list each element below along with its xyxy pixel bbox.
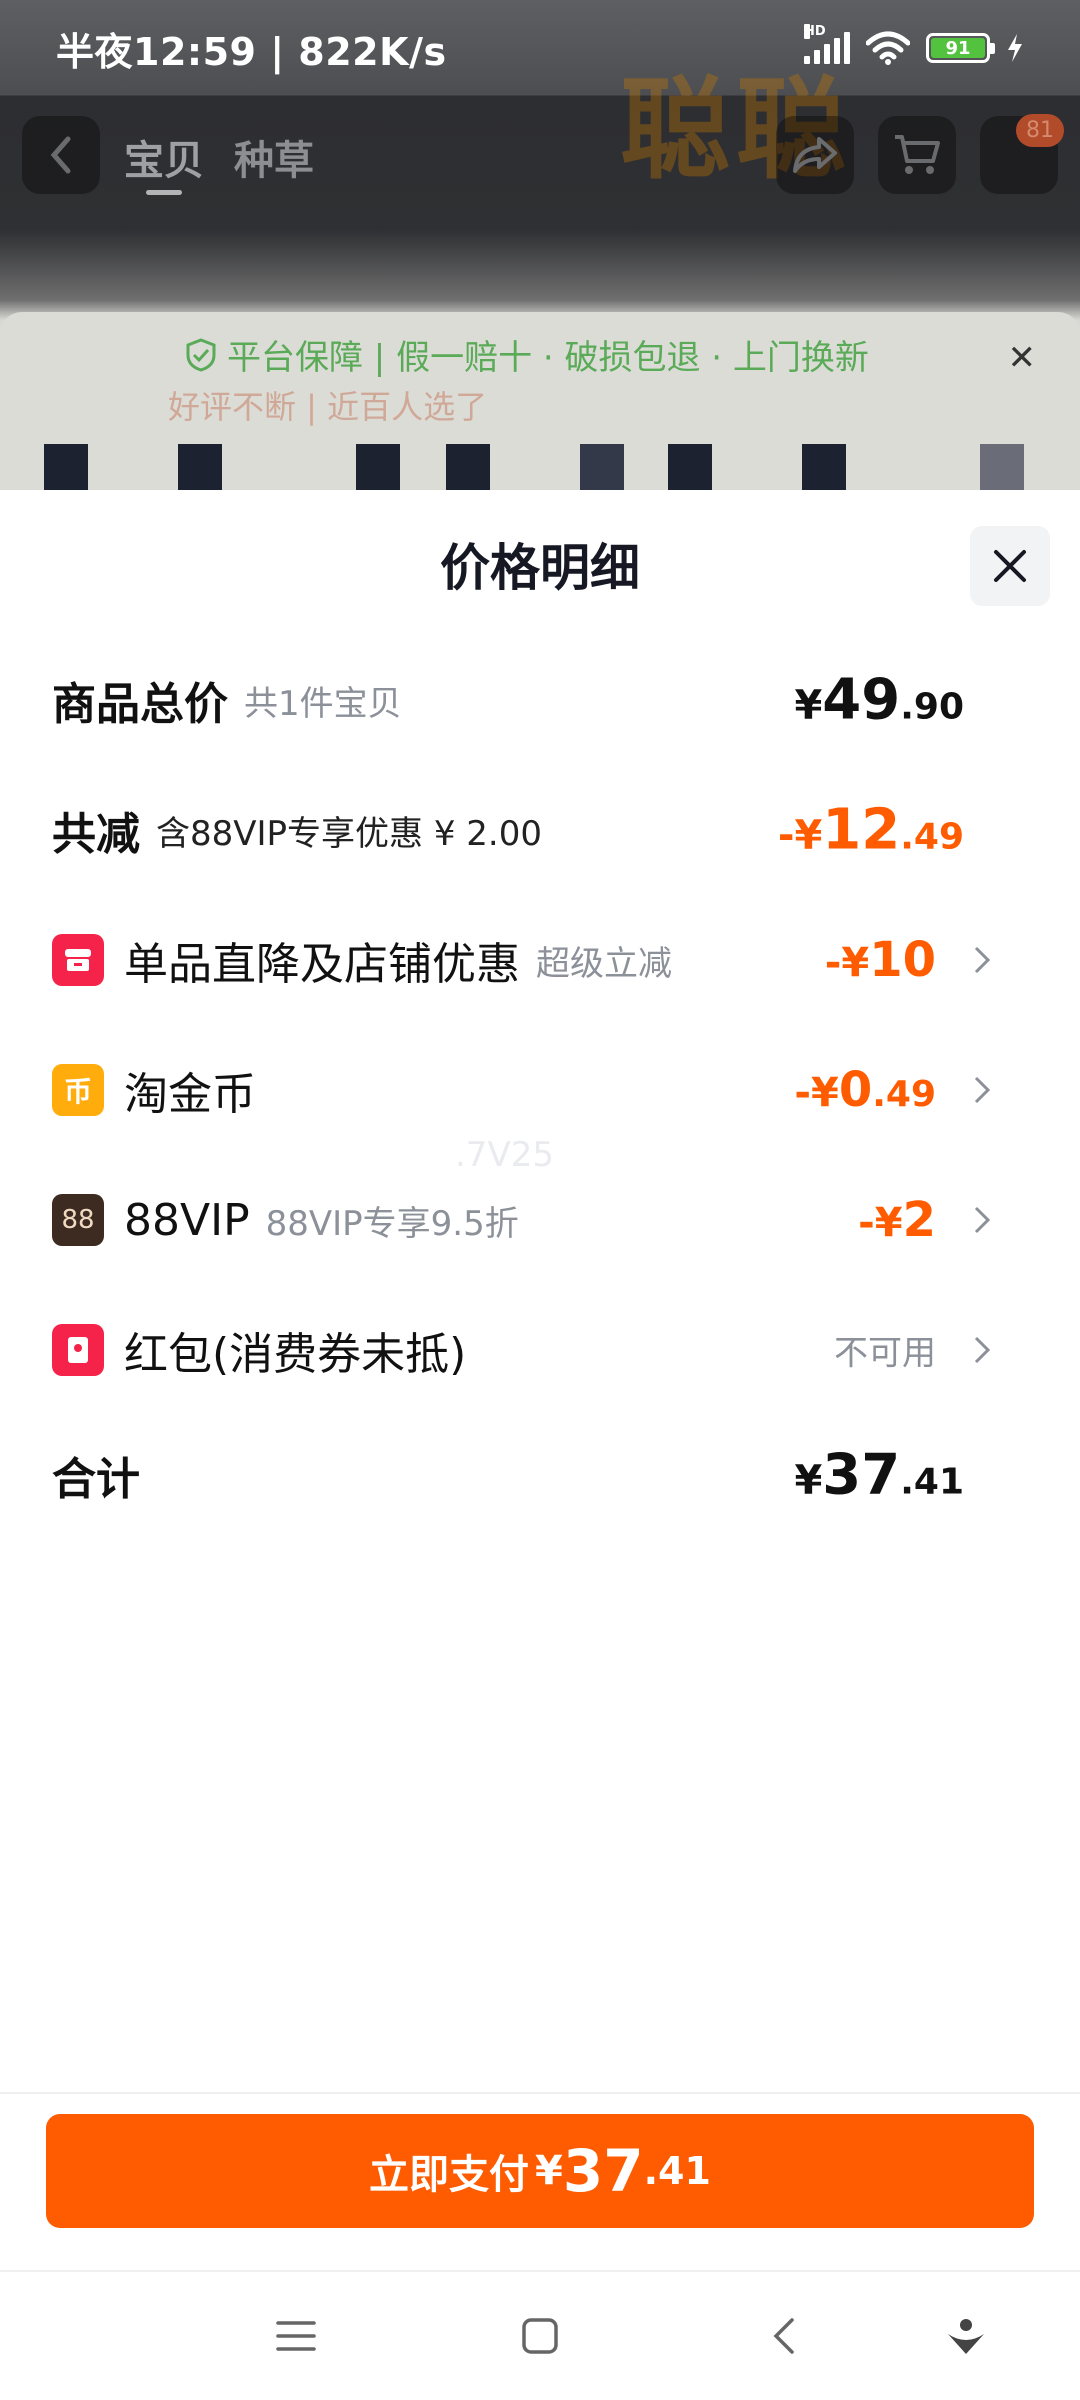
pay-area: 立即支付 ¥ 37 .41 bbox=[0, 2092, 1080, 2270]
discount-value: -¥2 bbox=[858, 1192, 936, 1248]
row-grand-total: 合计 ¥37.41 bbox=[52, 1435, 1028, 1515]
row-label: 单品直降及店铺优惠 bbox=[124, 939, 520, 990]
home-button[interactable] bbox=[516, 2312, 564, 2360]
charging-icon bbox=[1008, 34, 1022, 62]
chevron-right-icon bbox=[974, 1336, 991, 1364]
chevron-right-icon bbox=[974, 946, 991, 974]
battery-level: 91 bbox=[931, 38, 985, 59]
pay-label: 立即支付 bbox=[369, 2152, 530, 2198]
red-packet-status: 不可用 bbox=[834, 1333, 936, 1374]
back-arrow-icon bbox=[50, 136, 71, 174]
guarantee-banner: 平台保障 | 假一赔十 · 破损包退 · 上门换新 好评不断 | 近百人选了 ✕ bbox=[0, 312, 1080, 490]
back-nav-button[interactable] bbox=[760, 2312, 808, 2360]
tab-zhongcao[interactable]: 种草 bbox=[234, 128, 314, 186]
sheet-title: 价格明细 bbox=[440, 539, 640, 597]
share-button[interactable] bbox=[776, 116, 854, 194]
row-red-packet[interactable]: 红包(消费券未抵) 不可用 bbox=[52, 1310, 1028, 1390]
battery-icon: 91 bbox=[926, 33, 995, 63]
background-product-page: 半夜12:59 | 822K/s HD 91 聪聪 宝贝 种草 81 平台保障 … bbox=[0, 0, 1080, 490]
cart-button[interactable] bbox=[878, 116, 956, 194]
row-88vip[interactable]: 88 88VIP 88VIP专享9.5折 -¥2 bbox=[52, 1180, 1028, 1260]
menu-button[interactable] bbox=[272, 2312, 320, 2360]
chevron-right-icon bbox=[974, 1206, 991, 1234]
pay-int: 37 bbox=[562, 2137, 644, 2205]
row-taojinbi[interactable]: 币 淘金币 -¥0.49 bbox=[52, 1050, 1028, 1130]
pay-now-button[interactable]: 立即支付 ¥ 37 .41 bbox=[46, 2114, 1034, 2228]
assistant-icon bbox=[948, 2319, 984, 2354]
pay-dec: .41 bbox=[643, 2149, 711, 2193]
row-sub: 超级立减 bbox=[536, 943, 672, 984]
row-sub: 含88VIP专享优惠 ¥ 2.00 bbox=[156, 813, 543, 854]
row-sub: 88VIP专享9.5折 bbox=[265, 1203, 519, 1244]
row-label: 商品总价 bbox=[52, 679, 228, 730]
menu-icon bbox=[276, 2321, 316, 2351]
home-square-icon bbox=[522, 2318, 558, 2354]
shield-check-icon bbox=[186, 337, 216, 372]
chevron-right-icon bbox=[974, 1076, 991, 1104]
guarantee-text: 平台保障 | 假一赔十 · 破损包退 · 上门换新 bbox=[227, 338, 869, 378]
back-button[interactable] bbox=[22, 116, 100, 194]
ghost-watermark: .7V25 bbox=[455, 1135, 554, 1175]
network-type: HD bbox=[804, 24, 826, 39]
row-label: 淘金币 bbox=[124, 1069, 256, 1120]
discount-value: -¥10 bbox=[824, 932, 936, 988]
row-label: 红包(消费券未抵) bbox=[124, 1329, 467, 1380]
cart-icon bbox=[895, 135, 940, 174]
status-time-speed: 半夜12:59 | 822K/s bbox=[56, 29, 447, 74]
pay-yen: ¥ bbox=[535, 2148, 563, 2194]
close-button[interactable] bbox=[970, 526, 1050, 606]
red-packet-icon bbox=[52, 1324, 104, 1376]
row-label: 共减 bbox=[52, 809, 140, 860]
row-shop-discount[interactable]: 单品直降及店铺优惠 超级立减 -¥10 bbox=[52, 920, 1028, 1000]
cart-count-badge: 81 bbox=[1016, 114, 1064, 147]
total-value: ¥37.41 bbox=[794, 1442, 964, 1508]
guarantee-line: 平台保障 | 假一赔十 · 破损包退 · 上门换新 bbox=[185, 330, 869, 379]
88vip-icon: 88 bbox=[52, 1194, 104, 1246]
row-total-price: 商品总价 共1件宝贝 ¥49.90 bbox=[52, 660, 1028, 740]
discount-value: -¥0.49 bbox=[794, 1062, 936, 1118]
wifi-icon bbox=[866, 31, 910, 65]
row-label: 合计 bbox=[52, 1454, 140, 1505]
assistant-button[interactable] bbox=[942, 2312, 990, 2360]
taojinbi-coin-icon: 币 bbox=[52, 1064, 104, 1116]
discount-value: -¥12.49 bbox=[777, 797, 964, 863]
row-label: 88VIP bbox=[124, 1194, 250, 1246]
guarantee-close-icon[interactable]: ✕ bbox=[1008, 338, 1037, 378]
product-nav-bar: 宝贝 种草 81 bbox=[0, 96, 1080, 236]
close-icon bbox=[994, 550, 1026, 582]
thumbnail-strip bbox=[0, 444, 1080, 490]
system-nav-bar bbox=[0, 2270, 1080, 2400]
row-sub: 共1件宝贝 bbox=[244, 683, 402, 724]
tab-baobei[interactable]: 宝贝 bbox=[124, 128, 204, 195]
price-value: ¥49.90 bbox=[794, 667, 964, 733]
back-triangle-icon bbox=[773, 2318, 794, 2354]
screen: 半夜12:59 | 822K/s HD 91 聪聪 宝贝 种草 81 平台保障 … bbox=[0, 0, 1080, 2400]
shop-discount-icon bbox=[52, 934, 104, 986]
guarantee-sub: 好评不断 | 近百人选了 bbox=[168, 388, 488, 426]
more-button[interactable]: 81 bbox=[980, 114, 1064, 194]
row-total-discount: 共减 含88VIP专享优惠 ¥ 2.00 -¥12.49 bbox=[52, 790, 1028, 870]
share-icon bbox=[793, 137, 837, 173]
status-bar: 半夜12:59 | 822K/s HD 91 bbox=[0, 0, 1080, 96]
price-detail-sheet: 价格明细 商品总价 共1件宝贝 ¥49.90 共减 含88VIP专享优惠 ¥ 2… bbox=[0, 490, 1080, 2090]
